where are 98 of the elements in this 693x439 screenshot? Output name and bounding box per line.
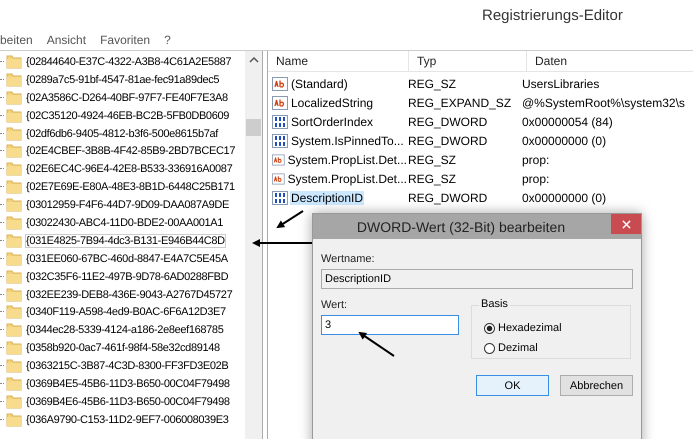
radio-label[interactable]: Dezimal — [498, 342, 538, 354]
tree-item[interactable]: {02A3586C-D264-40BF-97F7-FE40F7E3A8 — [25, 90, 229, 105]
folder-icon — [6, 322, 22, 338]
scrollbar[interactable] — [245, 51, 262, 439]
column-header[interactable]: Name — [268, 51, 409, 71]
value-type: REG_DWORD — [408, 134, 488, 148]
dialog-title: DWORD-Wert (32-Bit) bearbeiten — [356, 218, 566, 234]
folder-icon — [6, 143, 22, 160]
cancel-button[interactable]: Abbrechen — [560, 375, 633, 396]
value-name[interactable]: DescriptionID — [290, 190, 364, 204]
value-name[interactable]: System.PropList.Det... — [286, 172, 408, 186]
folder-icon — [6, 250, 22, 267]
tree-item[interactable]: {032EE239-DEB8-436E-9043-A2767D45727 — [25, 288, 234, 302]
folder-icon — [6, 214, 22, 231]
field-label: Wert: — [321, 299, 348, 311]
scroll-thumb[interactable] — [246, 119, 261, 136]
radio-label[interactable]: Hexadezimal — [498, 322, 562, 334]
tree-item[interactable]: {0358b920-0ac7-461f-98f4-58e32cd89148 — [25, 341, 221, 356]
tree-item[interactable]: {031EE060-67BC-460d-8847-E4A7C5E45A — [25, 252, 229, 266]
value-name[interactable]: (Standard) — [290, 76, 349, 90]
value-type: REG_DWORD — [408, 190, 488, 204]
tree-item[interactable]: {03022430-ABC4-11D0-BDE2-00AA001A1 — [25, 216, 224, 230]
value-data: 0x00000054 (84) — [522, 114, 614, 128]
binary-value-icon — [272, 114, 288, 128]
tree-item[interactable]: {0363215C-3B87-4C3D-8300-FF3FD3E02B — [25, 359, 230, 374]
folder-icon — [6, 72, 22, 88]
string-value-icon — [272, 96, 288, 110]
menu-item[interactable]: Ansicht — [46, 33, 86, 47]
value-data: @%SystemRoot%\system32\s — [522, 96, 686, 110]
string-value-icon — [272, 76, 288, 90]
tree-item[interactable]: {0289a7c5-91bf-4547-81ae-fec91a89dec5 — [25, 72, 220, 87]
tree-item[interactable]: {0369B4E6-45B6-11D3-B650-00C04F79498 — [25, 394, 231, 409]
radio-button[interactable] — [484, 322, 495, 334]
tree-item[interactable]: {03012959-F4F6-44D7-9D09-DAA087A9DE — [25, 198, 230, 212]
scroll-up-icon[interactable] — [248, 57, 258, 63]
radio-button[interactable] — [484, 342, 495, 354]
folder-icon — [6, 179, 22, 196]
binary-value-icon — [272, 190, 288, 204]
value-data: UsersLibraries — [522, 76, 600, 90]
arrow — [276, 210, 304, 228]
folder-icon — [6, 126, 22, 142]
folder-icon — [6, 268, 22, 285]
menu-item[interactable]: Favoriten — [100, 33, 150, 47]
tree-item[interactable]: {02df6db6-9405-4812-b3f6-500e8615b7af — [25, 126, 219, 140]
folder-icon — [6, 340, 22, 356]
value-type: REG_SZ — [408, 152, 458, 166]
folder-icon — [6, 54, 22, 70]
string-value-icon — [272, 172, 285, 186]
value-data: 0x00000000 (0) — [522, 134, 608, 148]
tree-item[interactable]: {032C35F6-11E2-497B-9D78-6AD0288FBD — [25, 270, 230, 284]
folder-icon — [6, 376, 22, 392]
value-type: REG_SZ — [408, 172, 458, 186]
groupbox-label: Basis — [479, 298, 510, 310]
folder-icon — [6, 412, 22, 428]
tree-item[interactable]: {031E4825-7B94-4dc3-B131-E946B44C8D — [25, 234, 226, 248]
tree-item[interactable]: {02C35120-4924-46EB-BC2B-5FB0DB0609 — [25, 108, 230, 123]
value-name[interactable]: SortOrderIndex — [290, 114, 374, 128]
value-type: REG_DWORD — [408, 114, 488, 128]
folder-icon — [6, 232, 22, 249]
tree-item[interactable]: {02844640-E37C-4322-A3B8-4C61A2E5887 — [25, 54, 232, 69]
tree-item[interactable]: {036A9790-C153-11D2-9EF7-006008039E3 — [25, 412, 230, 427]
tree-item[interactable]: {02E4CBEF-3B8B-4F42-85B9-2BD7BCEC17 — [25, 144, 236, 158]
close-button[interactable] — [611, 214, 641, 234]
folder-icon — [6, 286, 22, 303]
folder-icon — [6, 108, 22, 124]
folder-icon — [6, 197, 22, 214]
arrow — [252, 239, 312, 247]
window-title: Registrierungs-Editor — [482, 6, 623, 24]
value-data: prop: — [522, 152, 550, 166]
tree-item[interactable]: {0344ec28-5339-4124-a186-2e8eef168785 — [25, 323, 224, 338]
tree-item[interactable]: {02E7E69E-E80A-48E3-8B1D-6448C25B171 — [25, 180, 236, 194]
tree-item[interactable]: {0369B4E5-45B6-11D3-B650-00C04F79498 — [25, 376, 231, 391]
arrow — [358, 332, 395, 357]
column-header[interactable]: Daten — [527, 51, 693, 71]
column-header[interactable]: Typ — [409, 51, 527, 71]
value-name[interactable]: System.PropList.Det... — [286, 152, 408, 166]
folder-icon — [6, 358, 22, 374]
value-type: REG_EXPAND_SZ — [408, 96, 512, 110]
tree-item[interactable]: {0340F119-A598-4ed9-B0AC-6F6A12D3E7 — [25, 305, 227, 320]
menu-item[interactable]: beiten — [0, 33, 33, 47]
tree-item[interactable]: {02E6EC4C-96E4-42E8-B533-336916A0087 — [25, 162, 234, 176]
value-data: prop: — [522, 172, 550, 186]
field-label: Wertname: — [321, 253, 375, 265]
folder-icon — [6, 304, 22, 320]
value-name[interactable]: System.IsPinnedTo... — [290, 134, 405, 148]
value-type: REG_SZ — [408, 76, 458, 90]
menu-item[interactable]: ? — [164, 33, 171, 47]
folder-icon — [6, 90, 22, 106]
close-icon — [622, 220, 630, 228]
value-name[interactable]: LocalizedString — [290, 96, 374, 110]
string-value-icon — [272, 152, 285, 166]
binary-value-icon — [272, 134, 288, 148]
ok-button[interactable]: OK — [476, 375, 549, 396]
folder-icon — [6, 394, 22, 410]
value-field[interactable]: 3 — [321, 315, 459, 335]
folder-icon — [6, 161, 22, 178]
value-name-field[interactable]: DescriptionID — [321, 269, 633, 289]
value-data: 0x00000000 (0) — [522, 190, 608, 204]
